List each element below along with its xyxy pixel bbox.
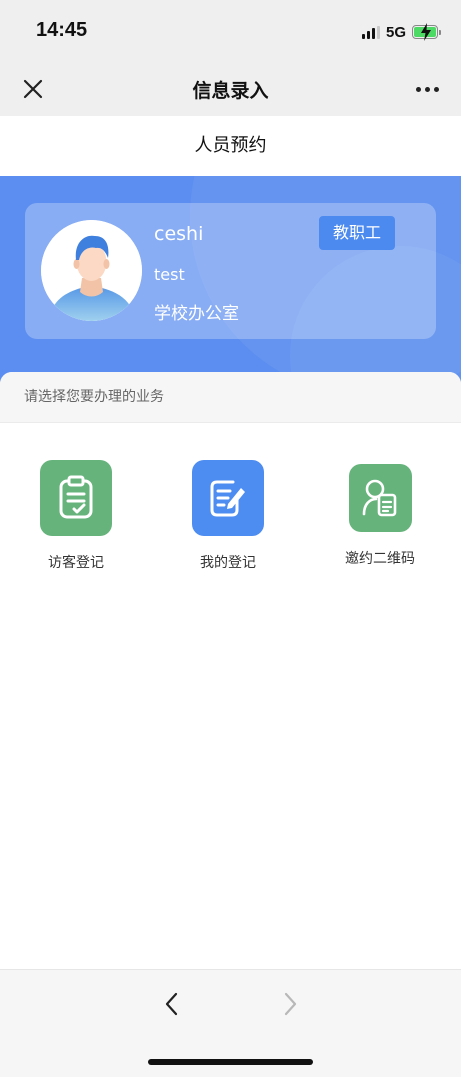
visitor-registration-button[interactable]: 访客登记 — [16, 460, 136, 572]
invite-qrcode-label: 邀约二维码 — [345, 551, 415, 567]
avatar — [41, 220, 142, 321]
status-indicators: 5G — [361, 22, 441, 42]
clipboard-check-icon — [40, 460, 112, 536]
role-badge: 教职工 — [319, 216, 395, 250]
chevron-right-icon[interactable] — [278, 990, 302, 1018]
my-registration-button[interactable]: 我的登记 — [168, 460, 288, 572]
signal-icon — [361, 25, 380, 39]
edit-document-icon — [192, 460, 264, 536]
business-panel: 请选择您要办理的业务 访客登记 我的登记 邀约二维码 — [0, 372, 461, 972]
nav-title: 信息录入 — [192, 80, 269, 102]
battery-icon — [412, 23, 438, 41]
service-grid: 访客登记 我的登记 邀约二维码 — [0, 460, 461, 580]
more-icon[interactable] — [416, 87, 439, 92]
profile-hero: ceshi test 学校办公室 教职工 — [0, 176, 461, 391]
nav-bar: 信息录入 — [0, 62, 461, 116]
page-title: 人员预约 — [0, 116, 461, 176]
my-registration-label: 我的登记 — [200, 555, 256, 571]
chevron-left-icon[interactable] — [160, 990, 184, 1018]
browser-toolbar — [0, 969, 461, 1077]
user-name: ceshi — [154, 223, 204, 245]
status-time: 14:45 — [36, 19, 88, 41]
app-screen: 14:45 5G 信息录入 人员预约 ceshi test 学校办公室 教职工 … — [0, 0, 461, 1077]
network-label: 5G — [385, 23, 406, 41]
visitor-registration-label: 访客登记 — [48, 555, 104, 571]
business-prompt: 请选择您要办理的业务 — [0, 372, 461, 423]
status-bar: 14:45 5G — [0, 0, 461, 62]
user-document-icon — [348, 464, 412, 532]
user-department: 学校办公室 — [154, 304, 239, 324]
battery-tip — [439, 29, 441, 35]
profile-card: ceshi test 学校办公室 教职工 — [25, 203, 436, 339]
home-indicator[interactable] — [148, 1059, 313, 1065]
user-account: test — [154, 265, 185, 284]
invite-qrcode-button[interactable]: 邀约二维码 — [320, 460, 440, 568]
